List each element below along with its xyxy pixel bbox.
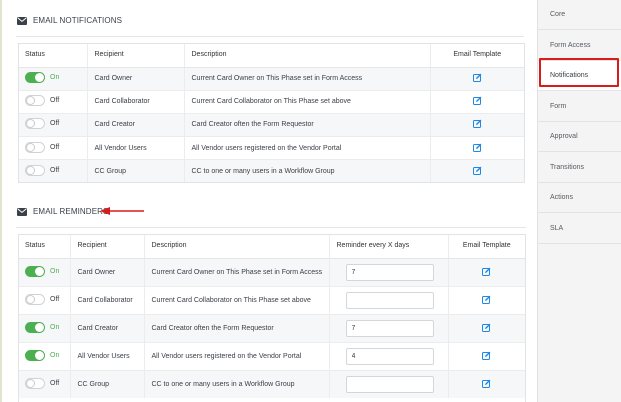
notifications-title: EMAIL NOTIFICATIONS [33,16,123,25]
annotation-highlight-box [539,58,619,87]
sidebar-item-transitions[interactable]: Transitions [538,153,621,183]
envelope-icon [17,16,27,25]
sidebar-item-label: Transitions [550,163,584,171]
sidebar-item-label: SLA [550,224,564,232]
envelope-icon [17,207,27,216]
sidebar-item-approval[interactable]: Approval [538,122,621,152]
sidebar-item-label: Approval [550,133,578,140]
notifications-table-border [18,43,525,183]
sidebar-item-form[interactable]: Form [538,92,621,122]
notifications-header: EMAIL NOTIFICATIONS [17,16,122,25]
main-panel: EMAIL NOTIFICATIONS Status Recipient Des… [2,0,537,402]
reminders-table-border [18,234,526,402]
reminders-header: EMAIL REMINDERS [17,207,108,216]
reminders-title: EMAIL REMINDERS [33,207,109,216]
sidebar-item-core[interactable]: Core [538,0,621,30]
sidebar-item-sla[interactable]: SLA [538,214,621,244]
sidebar-item-form-access[interactable]: Form Access [538,31,621,61]
notifications-divider [16,36,524,37]
sidebar-item-label: Form [550,102,567,110]
reminders-divider [16,227,526,228]
sidebar-item-label: Core [550,11,566,18]
sidebar-item-label: Actions [550,194,573,201]
annotation-arrow [100,207,144,215]
sidebar-item-label: Form Access [550,41,591,49]
sidebar-item-actions[interactable]: Actions [538,183,621,213]
